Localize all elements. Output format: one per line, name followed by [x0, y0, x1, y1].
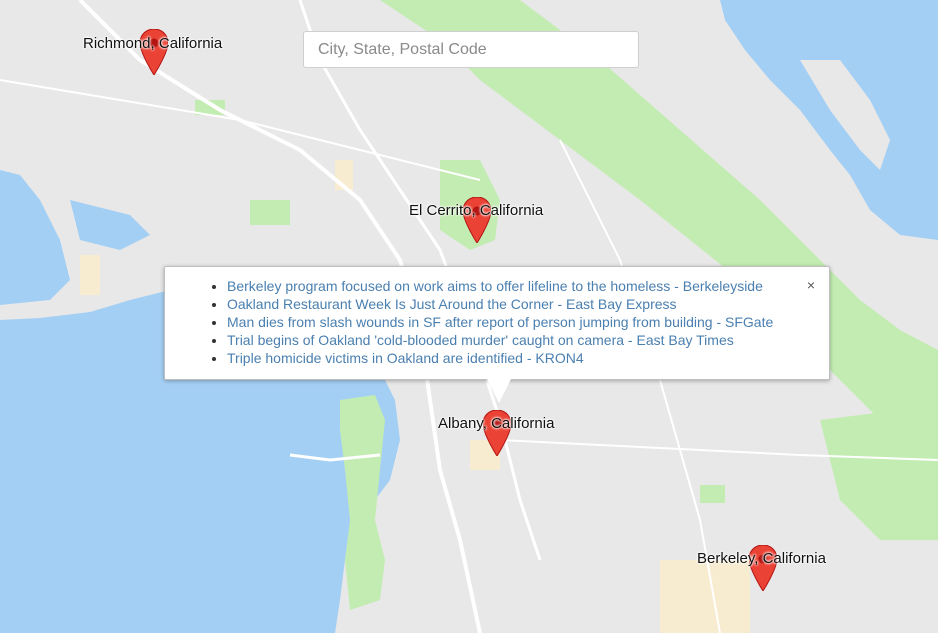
news-item: Trial begins of Oakland 'cold-blooded mu… [227, 331, 829, 349]
marker-label: Berkeley, California [697, 550, 826, 567]
park-small-3 [700, 485, 725, 503]
urban-patch-1 [80, 255, 100, 295]
news-popup: Berkeley program focused on work aims to… [164, 266, 830, 380]
news-item: Berkeley program focused on work aims to… [227, 277, 829, 295]
news-link[interactable]: Trial begins of Oakland 'cold-blooded mu… [227, 332, 734, 348]
marker-label: El Cerrito, California [409, 202, 544, 219]
news-item: Triple homicide victims in Oakland are i… [227, 349, 829, 367]
news-link[interactable]: Oakland Restaurant Week Is Just Around t… [227, 296, 677, 312]
news-link[interactable]: Triple homicide victims in Oakland are i… [227, 350, 584, 366]
urban-patch-3 [660, 560, 750, 633]
news-list: Berkeley program focused on work aims to… [165, 267, 829, 367]
close-icon[interactable]: × [801, 275, 821, 295]
news-link[interactable]: Berkeley program focused on work aims to… [227, 278, 763, 294]
popup-pointer [487, 379, 511, 403]
marker-label: Albany, California [438, 415, 555, 432]
news-item: Oakland Restaurant Week Is Just Around t… [227, 295, 829, 313]
marker-label: Richmond, California [83, 35, 223, 52]
park-small-1 [250, 200, 290, 225]
news-item: Man dies from slash wounds in SF after r… [227, 313, 829, 331]
news-link[interactable]: Man dies from slash wounds in SF after r… [227, 314, 773, 330]
search-input[interactable] [303, 31, 639, 68]
